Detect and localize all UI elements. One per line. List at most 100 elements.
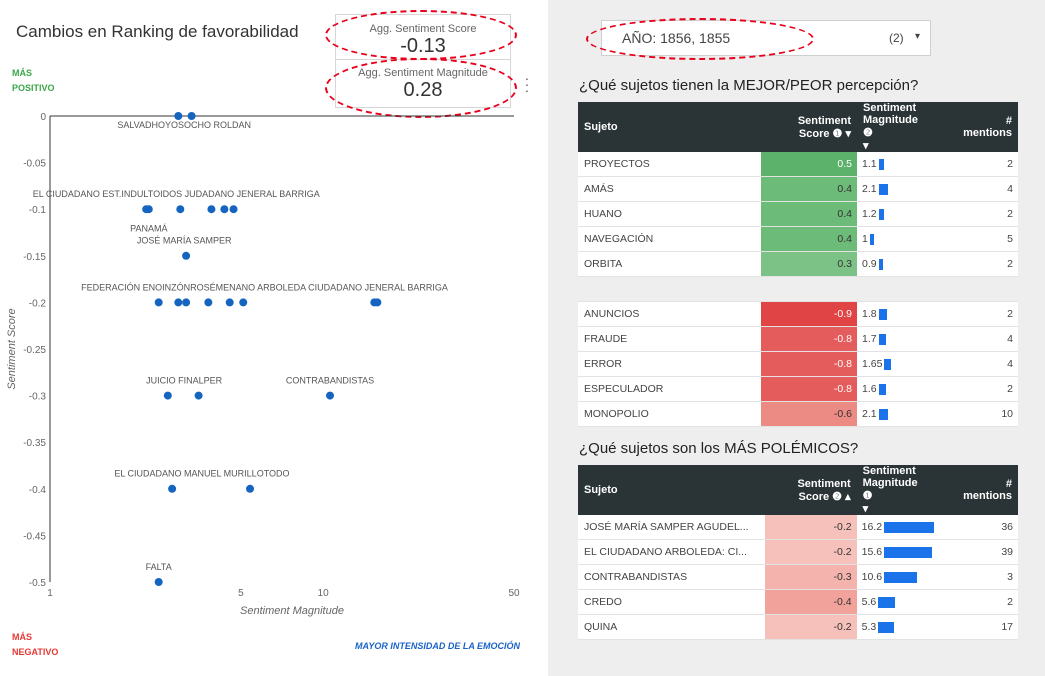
point-label: EL CIUDADANO EST.INDULTOIDOS JUDADANO JE… (33, 189, 320, 199)
point-label: FEDERACIÓN ENOINZÓNROSÉMENANO ARBOLEDA C… (81, 282, 448, 292)
subject-cell: FRAUDE (578, 326, 761, 352)
magnitude-cell: 15.6 (856, 539, 935, 565)
best-rows: PROYECTOS 0.5 1.1 2 AMÁS 0.4 2.1 4 HUANO 0.4 1.2 2 N… (578, 152, 1018, 277)
magnitude-value: 10.6 (861, 571, 883, 583)
subject-cell: JOSÉ MARÍA SAMPER AGUDEL... (578, 515, 765, 540)
mentions-cell: 3 (934, 564, 1018, 590)
magnitude-cell: 2.1 (857, 401, 934, 427)
data-point (207, 205, 216, 214)
table-row[interactable]: ERROR -0.8 1.65 4 (578, 351, 1018, 377)
magnitude-value-bar: 2.1 (862, 408, 934, 420)
table-row[interactable]: QUINA -0.2 5.3 17 (578, 614, 1018, 640)
mentions-cell: 39 (934, 539, 1018, 565)
header-mentions-line1: # (1005, 115, 1012, 127)
magnitude-bar (878, 621, 895, 633)
magnitude-value: 1.65 (862, 358, 883, 370)
header-mentions-line2: mentions (963, 490, 1012, 502)
highlight-oval-year (586, 18, 814, 60)
header-subject[interactable]: Sujeto (578, 465, 765, 515)
subject-cell: HUANO (578, 201, 761, 227)
magnitude-value-bar: 1.7 (862, 333, 934, 345)
header-score-line2: Score (798, 490, 830, 503)
table-row[interactable]: MONOPOLIO -0.6 2.1 10 (578, 401, 1018, 427)
table-row[interactable]: FRAUDE -0.8 1.7 4 (578, 326, 1018, 352)
data-point (225, 298, 234, 307)
table-row[interactable]: AMÁS 0.4 2.1 4 (578, 176, 1018, 202)
magnitude-value: 1.1 (862, 158, 877, 170)
score-cell: -0.6 (761, 401, 857, 427)
sort-asc-icon[interactable]: ▴ (845, 491, 851, 503)
data-point (154, 578, 163, 586)
x-axis-label: Sentiment Magnitude (240, 605, 344, 617)
magnitude-value-bar: 1.8 (862, 308, 934, 320)
magnitude-value: 1 (862, 233, 868, 245)
score-cell: -0.8 (761, 376, 857, 402)
table-row[interactable]: EL CIUDADANO ARBOLEDA: CI... -0.2 15.6 39 (578, 539, 1018, 565)
magnitude-value: 1.7 (862, 333, 877, 345)
table-row[interactable]: CONTRABANDISTAS -0.3 10.6 3 (578, 564, 1018, 590)
data-point (229, 205, 238, 214)
y-tick-label: -0.45 (23, 531, 46, 542)
header-magnitude[interactable]: Sentiment Magnitude ❷ ▾ (857, 102, 934, 152)
subject-cell: ORBITA (578, 251, 761, 277)
x-tick-label: 1 (47, 588, 53, 599)
sort-desc-icon[interactable]: ▾ (845, 128, 851, 140)
magnitude-value: 0.9 (862, 258, 877, 270)
table-row[interactable]: ANUNCIOS -0.9 1.8 2 (578, 301, 1018, 327)
sort-icon[interactable]: ▾ (863, 502, 928, 515)
header-score[interactable]: Sentiment Score ❶ ▾ (761, 102, 857, 152)
table-row[interactable]: HUANO 0.4 1.2 2 (578, 201, 1018, 227)
table-row[interactable]: JOSÉ MARÍA SAMPER AGUDEL... -0.2 16.2 36 (578, 515, 1018, 540)
help-icon[interactable]: ❷ (863, 127, 873, 139)
polemic-table: Sujeto Sentiment Score ❷ ▴ Sentiment Mag… (578, 465, 1018, 640)
header-mentions[interactable]: # mentions (934, 102, 1018, 152)
score-cell: -0.2 (764, 515, 857, 540)
header-magnitude-line1: Sentiment (863, 102, 917, 114)
y-tick-label: -0.3 (29, 392, 47, 403)
subject-cell: QUINA (578, 614, 765, 640)
magnitude-bar (878, 258, 883, 270)
table-row[interactable]: NAVEGACIÓN 0.4 1 5 (578, 226, 1018, 252)
chevron-down-icon[interactable]: ▾ (915, 31, 920, 42)
mentions-cell: 2 (934, 301, 1018, 327)
mentions-cell: 17 (934, 614, 1018, 640)
data-point (144, 205, 153, 214)
table-row[interactable]: PROYECTOS 0.5 1.1 2 (578, 152, 1018, 177)
header-subject-label: Sujeto (584, 484, 618, 496)
sort-icon[interactable]: ▾ (863, 139, 928, 152)
info-icon[interactable]: ❶ (833, 128, 843, 140)
score-cell: 0.4 (761, 201, 857, 227)
info-icon[interactable]: ❶ (863, 490, 873, 502)
header-mentions[interactable]: # mentions (934, 465, 1018, 515)
y-tick-label: 0 (40, 112, 46, 123)
point-label: FALTA (146, 562, 172, 572)
mentions-cell: 2 (934, 251, 1018, 277)
table-row[interactable]: ORBITA 0.3 0.9 2 (578, 251, 1018, 277)
subject-cell: MONOPOLIO (578, 401, 761, 427)
worst-rows: ANUNCIOS -0.9 1.8 2 FRAUDE -0.8 1.7 4 ERROR -0.8 1… (578, 301, 1018, 427)
header-magnitude[interactable]: Sentiment Magnitude ❶ ▾ (856, 465, 935, 515)
y-tick-label: -0.15 (23, 252, 46, 263)
point-label: CONTRABANDISTAS (286, 375, 374, 385)
point-label: PANAMÁ (130, 224, 167, 234)
magnitude-bar (878, 333, 886, 345)
data-point (182, 298, 191, 307)
header-magnitude-line2: Magnitude (862, 477, 918, 489)
table-row[interactable]: CREDO -0.4 5.6 2 (578, 589, 1018, 615)
help-icon[interactable]: ❷ (832, 491, 842, 503)
magnitude-bar (884, 521, 935, 533)
subject-cell: CREDO (578, 589, 765, 615)
x-tick-label: 5 (238, 588, 244, 599)
magnitude-cell: 2.1 (857, 176, 934, 202)
table-row[interactable]: ESPECULADOR -0.8 1.6 2 (578, 376, 1018, 402)
y-tick-label: -0.05 (23, 159, 46, 170)
y-tick-label: -0.5 (29, 578, 47, 589)
score-cell: 0.5 (761, 152, 857, 177)
magnitude-bar (878, 183, 888, 195)
magnitude-value-bar: 1.6 (862, 383, 934, 395)
magnitude-cell: 16.2 (856, 515, 935, 540)
header-subject[interactable]: Sujeto (578, 102, 761, 152)
point-label: JOSÉ MARÍA SAMPER (137, 236, 232, 246)
header-score[interactable]: Sentiment Score ❷ ▴ (764, 465, 857, 515)
magnitude-cell: 1.8 (857, 301, 934, 327)
